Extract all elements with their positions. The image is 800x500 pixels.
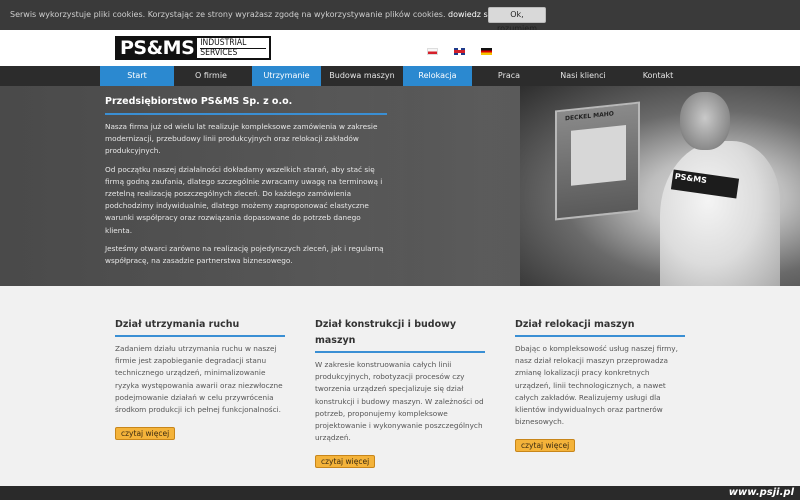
logo-main-text: PS&MS xyxy=(117,38,198,59)
site-header: PS&MS INDUSTRIAL SERVICES xyxy=(0,30,800,66)
departments-section: Dział utrzymania ruchu Zadaniem działu u… xyxy=(0,286,800,486)
department-maintenance: Dział utrzymania ruchu Zadaniem działu u… xyxy=(115,317,285,441)
nav-praca[interactable]: Praca xyxy=(472,66,546,86)
main-nav: Start O firmie Utrzymanie ruchu Budowa m… xyxy=(0,66,800,100)
footer-strip: www.psji.pl xyxy=(0,486,800,500)
department-title: Dział relokacji maszyn xyxy=(515,317,685,337)
watermark: www.psji.pl xyxy=(728,487,794,498)
cookie-text: Serwis wykorzystuje pliki cookies. Korzy… xyxy=(10,10,446,19)
department-description: Dbając o kompleksowość usług naszej firm… xyxy=(515,344,678,427)
department-title: Dział utrzymania ruchu xyxy=(115,317,285,337)
nav-nasi-klienci[interactable]: Nasi klienci xyxy=(546,66,620,86)
read-more-button[interactable]: czytaj więcej xyxy=(315,455,376,469)
machine-brand-label: DECKEL MAHO xyxy=(565,110,614,123)
department-title: Dział konstrukcji i budowy maszyn xyxy=(315,317,485,353)
hero-paragraph-2: Od początku naszej działalności dokładam… xyxy=(105,164,383,235)
worker-head xyxy=(680,92,730,150)
hero-title: Przedsiębiorstwo PS&MS Sp. z o.o. xyxy=(105,96,387,115)
hero-paragraph-1: Nasza firma już od wielu lat realizuje k… xyxy=(105,122,378,156)
department-construction: Dział konstrukcji i budowy maszyn W zakr… xyxy=(315,317,485,469)
flag-en-icon[interactable] xyxy=(454,48,465,55)
logo-subtitle: INDUSTRIAL SERVICES xyxy=(197,38,269,58)
read-more-button[interactable]: czytaj więcej xyxy=(515,439,576,453)
logo-line-2: SERVICES xyxy=(200,48,238,58)
language-switcher xyxy=(427,48,492,55)
worker-image xyxy=(660,141,780,286)
nav-relokacja-maszyn[interactable]: Relokacja maszyn xyxy=(403,66,472,100)
nav-utrzymanie-ruchu[interactable]: Utrzymanie ruchu xyxy=(252,66,321,100)
cookie-accept-button[interactable]: Ok, rozumiem xyxy=(488,7,546,33)
machine-screen xyxy=(571,125,626,186)
nav-o-firmie[interactable]: O firmie xyxy=(174,66,248,86)
flag-de-icon[interactable] xyxy=(481,48,492,55)
department-description: W zakresie konstruowania całych linii pr… xyxy=(315,360,484,443)
nav-budowa-maszyn[interactable]: Budowa maszyn xyxy=(325,66,399,86)
read-more-button[interactable]: czytaj więcej xyxy=(115,427,176,441)
cookie-bar: Serwis wykorzystuje pliki cookies. Korzy… xyxy=(0,0,800,33)
cookie-message: Serwis wykorzystuje pliki cookies. Korzy… xyxy=(10,10,525,19)
hero-section: DECKEL MAHO PS&MS Przedsiębiorstwo PS&MS… xyxy=(0,86,800,286)
hero-content: Przedsiębiorstwo PS&MS Sp. z o.o. Nasza … xyxy=(105,96,387,273)
nav-kontakt[interactable]: Kontakt xyxy=(620,66,696,86)
site-logo[interactable]: PS&MS INDUSTRIAL SERVICES xyxy=(115,36,272,60)
department-description: Zadaniem działu utrzymania ruchu w nasze… xyxy=(115,344,283,415)
cnc-machine-image: DECKEL MAHO xyxy=(555,101,640,221)
flag-pl-icon[interactable] xyxy=(427,48,438,55)
nav-start[interactable]: Start xyxy=(100,66,174,86)
department-relocation: Dział relokacji maszyn Dbając o kompleks… xyxy=(515,317,685,453)
hero-paragraph-3: Jesteśmy otwarci zarówno na realizację p… xyxy=(105,243,384,266)
